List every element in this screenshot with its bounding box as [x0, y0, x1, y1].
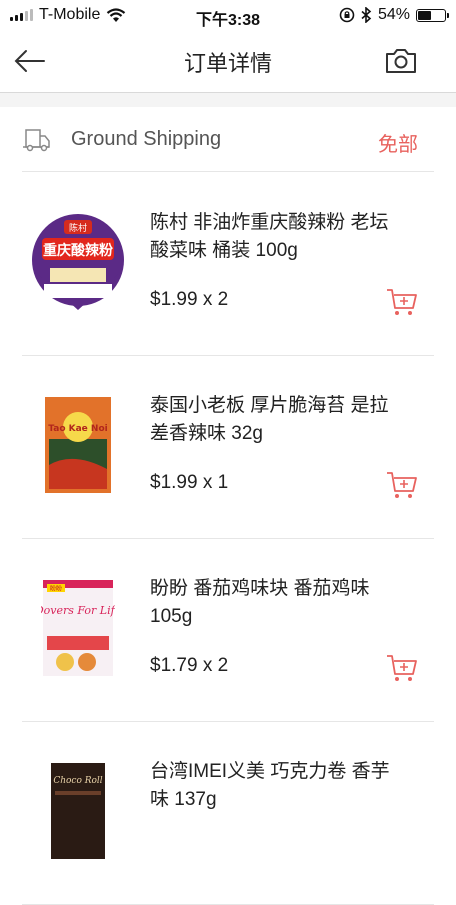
thumb-label: Tao Kae Noi — [48, 424, 107, 434]
product-price-qty: $1.79 x 2 — [150, 655, 229, 676]
orientation-lock-icon — [339, 7, 355, 23]
product-image: 重庆酸辣粉 陈村 — [28, 212, 128, 312]
battery-icon — [416, 8, 449, 22]
add-to-cart-icon[interactable] — [386, 470, 418, 500]
product-name[interactable]: 泰国小老板 厚片脆海苔 是拉差香辣味 32g — [150, 392, 390, 448]
thumb-brand: 盼盼 — [50, 585, 62, 593]
shipping-fee-label: 免部 — [378, 134, 418, 156]
shipping-row: Ground Shipping 免部 — [22, 107, 434, 172]
order-item-row[interactable]: Tao Kae Noi 泰国小老板 厚片脆海苔 是拉差香辣味 32g $1.99… — [22, 355, 434, 539]
nav-bar: 订单详情 — [0, 32, 456, 93]
battery-percent: 54% — [377, 6, 410, 23]
product-name[interactable]: 陈村 非油炸重庆酸辣粉 老坛酸菜味 桶装 100g — [150, 209, 390, 265]
product-image: Choco Roll — [28, 761, 128, 861]
status-right: 54% — [339, 6, 449, 24]
order-item-row[interactable]: 盼盼 Dovers For Life 盼盼 番茄鸡味块 番茄鸡味 105g $1… — [22, 538, 434, 722]
product-price-qty: $1.99 x 1 — [150, 472, 229, 493]
thumb-label: Choco Roll — [53, 776, 102, 786]
add-to-cart-icon[interactable] — [386, 287, 418, 317]
product-name[interactable]: 台湾IMEI义美 巧克力卷 香芋味 137g — [150, 758, 390, 814]
thumb-brand: 陈村 — [69, 222, 87, 234]
product-image: Tao Kae Noi — [28, 395, 128, 495]
battery-fill — [418, 10, 431, 20]
product-image: 盼盼 Dovers For Life — [28, 578, 128, 678]
camera-icon[interactable] — [384, 46, 418, 76]
section-divider — [0, 93, 456, 107]
bluetooth-icon — [361, 7, 372, 23]
shipping-method-label: Ground Shipping — [71, 128, 222, 150]
product-price-qty: $1.99 x 2 — [150, 289, 229, 310]
order-item-row[interactable]: 重庆酸辣粉 陈村 陈村 非油炸重庆酸辣粉 老坛酸菜味 桶装 100g $1.99… — [22, 172, 434, 356]
add-to-cart-icon[interactable] — [386, 653, 418, 683]
thumb-label: Dovers For Life — [41, 604, 115, 617]
product-name[interactable]: 盼盼 番茄鸡味块 番茄鸡味 105g — [150, 575, 390, 631]
thumb-label: 重庆酸辣粉 — [43, 242, 113, 259]
status-bar: T-Mobile 下午3:38 54% — [0, 0, 456, 32]
truck-icon — [23, 129, 50, 152]
order-item-row[interactable]: Choco Roll 台湾IMEI义美 巧克力卷 香芋味 137g — [22, 721, 434, 905]
